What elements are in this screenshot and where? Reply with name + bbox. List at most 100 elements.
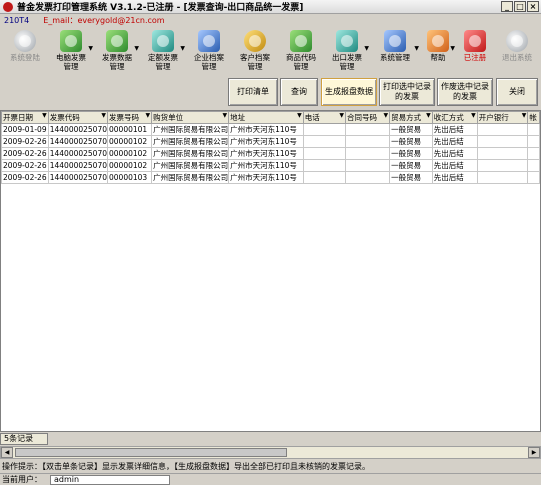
globe-icon xyxy=(152,30,174,52)
tool-goods-code[interactable]: 商品代码 管理 xyxy=(278,27,324,73)
chevron-down-icon: ▼ xyxy=(383,112,389,120)
cell-invoice-number: 00000102 xyxy=(106,135,153,148)
column-label: 帐 xyxy=(529,113,537,122)
tool-export-invoice[interactable]: 出口发票 管理 ▼ xyxy=(324,27,370,73)
tool-label: 企业档案 管理 xyxy=(194,53,224,71)
close-button[interactable]: 关闭 xyxy=(496,78,538,106)
invoice-icon xyxy=(60,30,82,52)
cell-date: 2009-02-26 xyxy=(1,147,49,160)
tool-label: 客户档案 管理 xyxy=(240,53,270,71)
column-header[interactable]: 合同号码 ▼ xyxy=(344,111,391,124)
column-header[interactable]: 收汇方式 ▼ xyxy=(431,111,478,124)
cell-phone xyxy=(302,171,346,184)
tool-registered[interactable]: 已注册 xyxy=(456,27,494,73)
chevron-down-icon: ▼ xyxy=(145,112,151,120)
cell-address: 广州市天河东110号 xyxy=(228,147,304,160)
tools-icon xyxy=(384,30,406,52)
print-selected-button[interactable]: 打印选中记录 的发票 xyxy=(379,78,435,106)
exit-icon xyxy=(506,30,528,52)
cell-buyer: 广州国际贸易有限公司 xyxy=(151,147,230,160)
cell-date: 2009-02-26 xyxy=(1,159,49,172)
cell-phone xyxy=(302,159,346,172)
column-header[interactable]: 发票号码 ▼ xyxy=(106,111,153,124)
tool-label: 出口发票 管理 xyxy=(332,53,362,71)
column-label: 发票号码 xyxy=(109,113,139,122)
cell-account xyxy=(527,171,540,184)
chevron-down-icon: ▼ xyxy=(297,112,302,120)
table-row[interactable]: 2009-01-09 144000025070 00000101 广州国际贸易有… xyxy=(1,123,540,136)
cell-settlement: 先出后结 xyxy=(431,159,478,172)
table-row[interactable]: 2009-02-26 144000025070 00000102 广州国际贸易有… xyxy=(1,159,540,172)
column-header[interactable]: 购货单位 ▼ xyxy=(151,111,230,124)
machine-code: 210T4 xyxy=(4,15,30,25)
contact-email: E_mail：everygold@21cn.com xyxy=(43,15,165,25)
column-label: 地址 xyxy=(230,113,246,122)
cell-invoice-code: 144000025070 xyxy=(47,123,109,136)
edit-icon xyxy=(106,30,128,52)
column-header[interactable]: 贸易方式 ▼ xyxy=(389,111,433,124)
tool-label: 帮助 xyxy=(430,53,446,62)
current-user-label: 当前用户： xyxy=(2,475,42,484)
horizontal-scrollbar[interactable]: ◀ ▶ xyxy=(0,446,541,459)
column-header[interactable]: 帐 xyxy=(527,111,540,124)
cell-phone xyxy=(302,135,346,148)
column-label: 贸易方式 xyxy=(391,113,422,122)
tool-computer-invoice[interactable]: 电脑发票 管理 ▼ xyxy=(48,27,94,73)
table-row[interactable]: 2009-02-26 144000025070 00000102 广州国际贸易有… xyxy=(1,147,540,160)
cell-trade-mode: 一般贸易 xyxy=(389,135,433,148)
cell-trade-mode: 一般贸易 xyxy=(389,147,433,160)
column-header[interactable]: 开户银行 ▼ xyxy=(476,111,529,124)
cell-settlement: 先出后结 xyxy=(431,135,478,148)
tool-label: 系统管理 xyxy=(380,53,410,62)
cell-phone xyxy=(302,123,346,136)
chevron-down-icon: ▼ xyxy=(134,45,139,52)
cell-contract xyxy=(344,123,391,136)
column-header[interactable]: 地址 ▼ xyxy=(228,111,304,124)
table-row[interactable]: 2009-02-26 144000025070 00000103 广州国际贸易有… xyxy=(1,171,540,184)
tool-fixed-invoice[interactable]: 定额发票 管理 ▼ xyxy=(140,27,186,73)
minimize-button[interactable]: _ xyxy=(501,1,513,12)
scroll-right-icon[interactable]: ▶ xyxy=(528,447,540,458)
generate-report-button[interactable]: 生成报盘数据 xyxy=(321,78,377,106)
tool-label: 已注册 xyxy=(463,53,487,62)
status-bar: 当前用户： admin xyxy=(0,473,541,485)
maximize-button[interactable]: □ xyxy=(514,1,526,12)
print-list-button[interactable]: 打印清单 xyxy=(228,78,278,106)
cell-account xyxy=(527,135,540,148)
column-header[interactable]: 电话 ▼ xyxy=(302,111,346,124)
tool-system-login[interactable]: 系统登陆 xyxy=(2,27,48,73)
tool-company-records[interactable]: 企业档案 管理 xyxy=(186,27,232,73)
tool-exit[interactable]: 退出系统 xyxy=(494,27,540,73)
action-bar: 打印清单 查询 生成报盘数据 打印选中记录 的发票 作废选中记录 的发票 关闭 xyxy=(0,76,541,109)
disc-icon xyxy=(14,30,36,52)
scroll-thumb[interactable] xyxy=(15,448,287,457)
invoice-grid[interactable]: 开票日期 ▼ 发票代码 ▼ 发票号码 ▼ 购货单位 ▼ 地址 ▼ 电话 ▼ 合同号码 ▼ 贸易… xyxy=(0,110,541,432)
cell-contract xyxy=(344,135,391,148)
column-header[interactable]: 开票日期 ▼ xyxy=(1,111,49,124)
query-button[interactable]: 查询 xyxy=(280,78,318,106)
tool-system-management[interactable]: 系统管理 ▼ xyxy=(370,27,420,73)
chevron-down-icon: ▼ xyxy=(414,45,419,52)
window-title: 普金发票打印管理系统 V3.1.2-已注册 - [发票查询-出口商品统一发票] xyxy=(17,3,304,13)
column-header[interactable]: 发票代码 ▼ xyxy=(47,111,109,124)
column-label: 购货单位 xyxy=(153,113,184,122)
cell-bank xyxy=(476,147,529,160)
scroll-left-icon[interactable]: ◀ xyxy=(1,447,13,458)
close-window-button[interactable]: × xyxy=(527,1,539,12)
table-row[interactable]: 2009-02-26 144000025070 00000102 广州国际贸易有… xyxy=(1,135,540,148)
chevron-down-icon: ▼ xyxy=(364,45,369,52)
tool-help[interactable]: 帮助 ▼ xyxy=(420,27,456,73)
cell-buyer: 广州国际贸易有限公司 xyxy=(151,159,230,172)
column-label: 开票日期 xyxy=(3,113,33,122)
void-selected-button[interactable]: 作废选中记录 的发票 xyxy=(437,78,493,106)
cell-bank xyxy=(476,123,529,136)
chevron-down-icon: ▼ xyxy=(471,112,476,120)
operation-hint: 操作提示：【双击单条记录】显示发票详细信息，【生成报盘数据】导出全部已打印且未核… xyxy=(2,462,370,471)
cell-bank xyxy=(476,135,529,148)
tool-label: 发票数据 管理 xyxy=(102,53,132,71)
cell-settlement: 先出后结 xyxy=(431,123,478,136)
tool-customer-records[interactable]: 客户档案 管理 xyxy=(232,27,278,73)
cell-address: 广州市天河东110号 xyxy=(228,159,304,172)
tool-invoice-data[interactable]: 发票数据 管理 ▼ xyxy=(94,27,140,73)
chevron-down-icon: ▼ xyxy=(180,45,185,52)
